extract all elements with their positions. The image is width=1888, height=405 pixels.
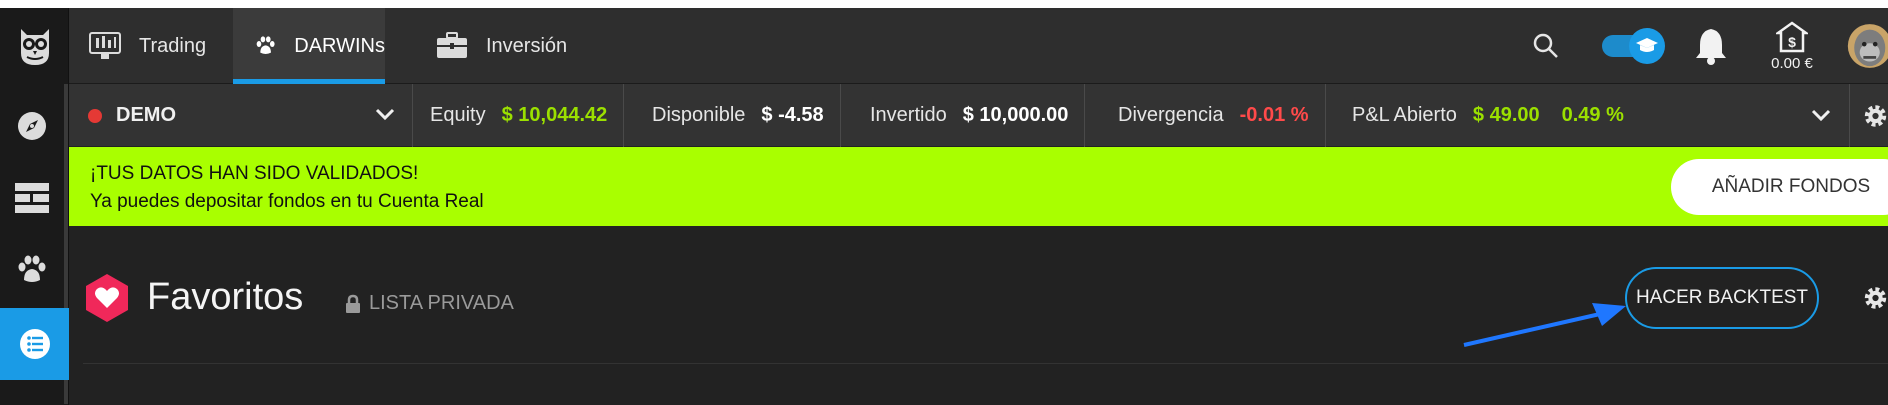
stat-disponible: Disponible $ -4.58 [652, 84, 841, 147]
balance-value: 0.00 € [1771, 54, 1813, 72]
top-navigation: Trading DARWINs Inversión $ 0.00 € [69, 8, 1888, 84]
backtest-button[interactable]: HACER BACKTEST [1625, 267, 1819, 329]
paw-icon [256, 36, 275, 54]
stat-pnl-percent: 0.49 % [1561, 104, 1624, 126]
stat-invertido-label: Invertido [870, 104, 947, 126]
favorites-settings-button[interactable] [1863, 280, 1888, 316]
stat-invertido-value: $ 10,000.00 [962, 104, 1069, 126]
list-icon [19, 329, 50, 359]
divider [1849, 84, 1850, 147]
privacy-label: LISTA PRIVADA [345, 292, 514, 315]
gear-icon [1864, 287, 1887, 309]
compass-icon [18, 112, 46, 140]
account-label: DEMO [116, 104, 176, 126]
owl-logo-icon[interactable] [0, 8, 69, 84]
chevron-down-icon [1811, 109, 1831, 121]
tab-inversion-label: Inversión [486, 34, 568, 57]
sidebar [0, 8, 69, 405]
stat-pnl-label: P&L Abierto [1352, 104, 1457, 126]
bank-icon: $ [1776, 20, 1808, 52]
lock-icon [346, 294, 360, 313]
stat-divergencia-label: Divergencia [1118, 104, 1224, 126]
briefcase-icon [437, 32, 467, 58]
sidebar-item-favorites-list[interactable] [0, 308, 69, 380]
window-top-strip [0, 0, 1888, 8]
user-avatar[interactable] [1846, 8, 1888, 84]
account-selector[interactable]: DEMO [69, 84, 413, 147]
tab-darwins-label: DARWINs [294, 34, 385, 57]
add-funds-button[interactable]: AÑADIR FONDOS [1671, 159, 1888, 215]
expand-stats-button[interactable] [1801, 84, 1841, 147]
notifications-button[interactable] [1691, 8, 1731, 84]
bell-icon [1696, 29, 1726, 65]
banner-title: ¡TUS DATOS HAN SIDO VALIDADOS! [90, 163, 419, 184]
page-title: Favoritos [147, 276, 304, 318]
avatar-icon [1847, 24, 1888, 68]
paw-icon [18, 255, 46, 282]
svg-text:$: $ [1788, 34, 1796, 50]
tab-trading[interactable]: Trading [89, 8, 239, 84]
section-divider [83, 363, 1888, 364]
wallet-button[interactable]: $ 0.00 € [1755, 8, 1829, 84]
stat-invertido: Invertido $ 10,000.00 [870, 84, 1086, 147]
sidebar-item-darwins[interactable] [0, 234, 64, 306]
gear-icon [1864, 104, 1887, 127]
stat-divergencia: Divergencia -0.01 % [1118, 84, 1326, 147]
chevron-down-icon [375, 108, 395, 121]
tab-inversion[interactable]: Inversión [436, 8, 586, 84]
status-dot [88, 108, 102, 123]
tab-trading-label: Trading [139, 34, 207, 57]
annotation-arrow-icon [1463, 303, 1626, 347]
tab-darwins[interactable]: DARWINs [233, 8, 385, 84]
academy-toggle[interactable] [1599, 8, 1667, 84]
stat-pnl-value: $ 49.00 [1472, 104, 1540, 126]
validation-banner: ¡TUS DATOS HAN SIDO VALIDADOS! Ya puedes… [69, 147, 1888, 226]
stat-disponible-value: $ -4.58 [761, 104, 824, 126]
heart-icon [83, 272, 131, 329]
banner-message: Ya puedes depositar fondos en tu Cuenta … [90, 191, 484, 212]
sidebar-item-explore[interactable] [0, 90, 64, 162]
stat-equity-value: $ 10,044.42 [501, 104, 608, 126]
account-settings-button[interactable] [1863, 84, 1888, 147]
graduation-cap-icon [1602, 28, 1665, 64]
grid-icon [15, 183, 49, 213]
stat-equity: Equity $ 10,044.42 [430, 84, 625, 147]
privacy-text: LISTA PRIVADA [369, 292, 514, 314]
search-button[interactable] [1526, 8, 1566, 84]
account-bar: DEMO Equity $ 10,044.42 Disponible $ -4.… [69, 84, 1888, 147]
stat-disponible-label: Disponible [652, 104, 746, 126]
stat-pnl: P&L Abierto $ 49.00 0.49 % [1352, 84, 1640, 147]
stat-divergencia-value: -0.01 % [1239, 104, 1309, 126]
sidebar-item-grid[interactable] [0, 162, 64, 234]
chart-icon [89, 32, 121, 59]
stat-equity-label: Equity [430, 104, 486, 126]
search-icon [1533, 33, 1558, 58]
